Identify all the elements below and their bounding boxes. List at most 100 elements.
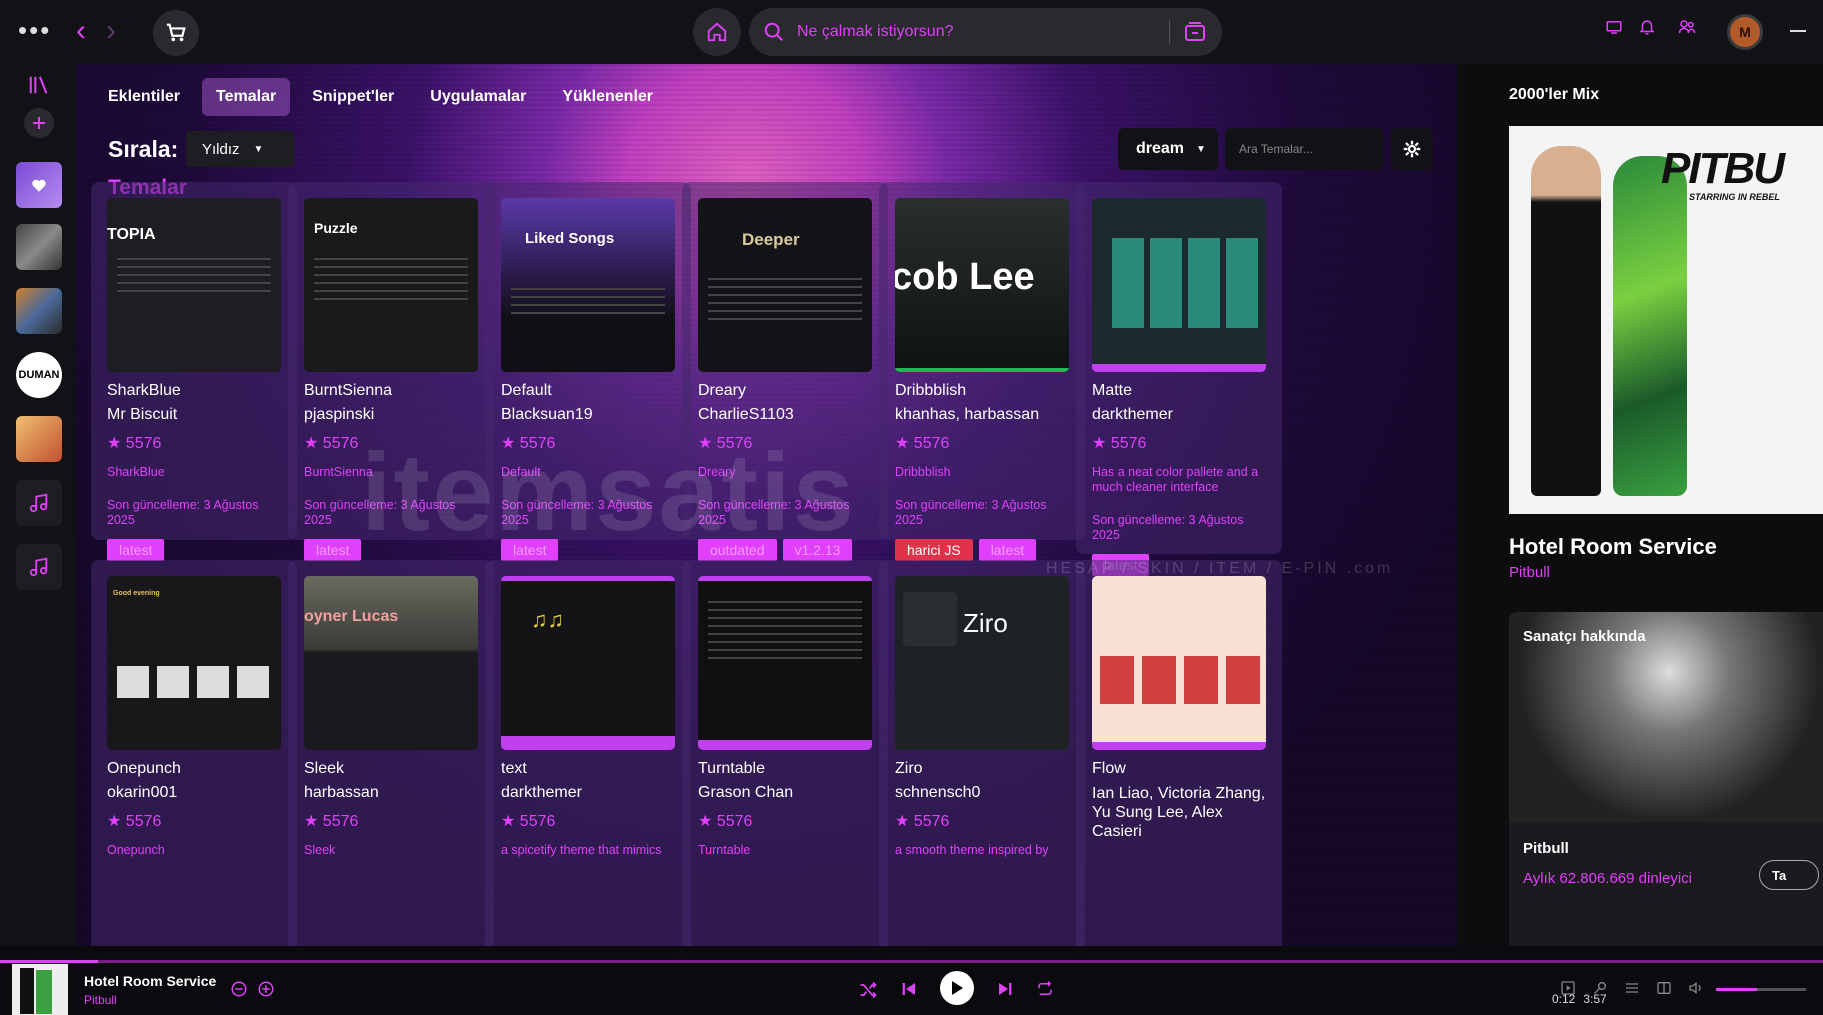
plus-circle-icon[interactable]	[257, 980, 275, 998]
sidebar: DUMAN	[0, 64, 76, 946]
theme-card[interactable]: Ziro Ziro schnensch0 ★ 5576 a smooth the…	[879, 560, 1085, 946]
sidebar-item-playlist[interactable]	[16, 480, 62, 526]
queue-icon[interactable]	[1624, 980, 1640, 996]
theme-description: Default	[501, 465, 541, 479]
theme-description: SharkBlue	[107, 465, 165, 479]
minus-circle-icon[interactable]	[230, 980, 248, 998]
library-icon[interactable]	[28, 74, 50, 96]
theme-card[interactable]: TOPIA SharkBlue Mr Biscuit ★ 5576 SharkB…	[91, 182, 297, 561]
forward-arrow-icon[interactable]: ›	[106, 14, 116, 48]
preview-music-notes: ♫♫	[531, 607, 564, 632]
menu-dots-icon[interactable]: •••	[18, 17, 51, 43]
search-bar[interactable]	[749, 8, 1222, 56]
about-artist-card[interactable]: Sanatçı hakkında Pitbull Aylık 62.806.66…	[1509, 612, 1823, 946]
tag-version: v1.2.13	[782, 539, 853, 561]
theme-card[interactable]: Liked Songs Default Blacksuan19 ★ 5576 D…	[485, 182, 691, 561]
now-playing-song-title[interactable]: Hotel Room Service	[1509, 534, 1717, 560]
theme-card[interactable]: Good evening Onepunch okarin001 ★ 5576 O…	[91, 560, 297, 946]
theme-card[interactable]: Flow Ian Liao, Victoria Zhang, Yu Sung L…	[1076, 560, 1282, 946]
tab-eklentiler[interactable]: Eklentiler	[94, 78, 194, 116]
connect-device-icon[interactable]	[1656, 980, 1672, 996]
tab-uygulamalar[interactable]: Uygulamalar	[416, 78, 540, 116]
now-playing-artist[interactable]: Pitbull	[1509, 564, 1550, 581]
sidebar-item-playlist[interactable]	[16, 224, 62, 270]
theme-updated: Son güncelleme: 3 Ağustos 2025	[895, 498, 1047, 527]
playback-progress-track[interactable]	[0, 960, 1823, 963]
sort-dropdown[interactable]: Yıldız ▼	[186, 131, 294, 167]
window-minimize-icon[interactable]	[1790, 30, 1806, 32]
theme-description: a spicetify theme that mimics	[501, 843, 662, 857]
theme-author: pjaspinski	[304, 406, 375, 423]
tab-snippetler[interactable]: Snippet'ler	[298, 78, 408, 116]
theme-title: Default	[501, 382, 552, 399]
home-button[interactable]	[693, 8, 741, 56]
theme-author: harbassan	[304, 784, 379, 801]
theme-preview: TOPIA	[107, 198, 281, 372]
repeat-icon[interactable]	[1036, 980, 1054, 998]
preview-text: Ziro	[963, 608, 1008, 638]
theme-title: Ziro	[895, 760, 923, 777]
theme-preview: Deeper	[698, 198, 872, 372]
follow-button[interactable]: Ta	[1759, 860, 1819, 890]
player-artist[interactable]: Pitbull	[84, 993, 117, 1007]
sidebar-item-playlist[interactable]	[16, 544, 62, 590]
theme-author: schnensch0	[895, 784, 981, 801]
settings-button[interactable]	[1391, 128, 1433, 170]
whats-new-icon[interactable]	[1605, 18, 1623, 36]
preview-text: Deeper	[742, 230, 800, 249]
theme-author: Ian Liao, Victoria Zhang, Yu Sung Lee, A…	[1092, 785, 1266, 840]
bell-icon[interactable]	[1638, 18, 1656, 36]
tab-temalar[interactable]: Temalar	[202, 78, 291, 116]
sidebar-item-artist-duman[interactable]: DUMAN	[16, 352, 62, 398]
tag-latest: latest	[978, 539, 1037, 561]
player-cover-art[interactable]	[12, 964, 68, 1015]
theme-author: CharlieS1103	[698, 406, 794, 423]
microphone-icon[interactable]	[1592, 980, 1608, 996]
sidebar-item-playlist[interactable]	[16, 288, 62, 334]
browse-icon[interactable]	[1183, 20, 1207, 44]
theme-card[interactable]: cob Lee Dribbblish khanhas, harbassan ★ …	[879, 182, 1085, 561]
previous-icon[interactable]	[900, 980, 918, 998]
theme-stars: ★ 5576	[107, 813, 162, 830]
search-input[interactable]	[797, 23, 1167, 41]
theme-card[interactable]: Matte darkthemer ★ 5576 Has a neat color…	[1076, 182, 1282, 576]
sidebar-item-album[interactable]	[16, 416, 62, 462]
shuffle-icon[interactable]	[858, 980, 878, 1000]
theme-title: Dreary	[698, 382, 747, 399]
preview-lines	[698, 278, 872, 320]
theme-stars: ★ 5576	[501, 435, 556, 452]
theme-card[interactable]: ♫♫ text darkthemer ★ 5576 a spicetify th…	[485, 560, 691, 946]
theme-preview	[1092, 576, 1266, 750]
marketplace-cart-button[interactable]	[153, 10, 199, 56]
music-note-icon	[29, 557, 48, 577]
preview-lines	[304, 258, 478, 300]
create-button[interactable]	[24, 108, 54, 138]
now-playing-view-icon[interactable]	[1560, 980, 1576, 996]
theme-updated: Son güncelleme: 3 Ağustos 2025	[698, 498, 850, 527]
now-playing-cover-art: PITBU STARRING IN REBEL	[1509, 126, 1823, 514]
theme-card[interactable]: Turntable Grason Chan ★ 5576 Turntable	[682, 560, 888, 946]
now-playing-playlist-title[interactable]: 2000'ler Mix	[1509, 86, 1599, 104]
marketplace-tabs: Eklentiler Temalar Snippet'ler Uygulamal…	[94, 78, 667, 116]
tab-yuklenenler[interactable]: Yüklenenler	[548, 78, 667, 116]
theme-stars: ★ 5576	[1092, 435, 1147, 452]
color-scheme-dropdown[interactable]: dream ▼	[1118, 128, 1218, 170]
avatar[interactable]: M	[1727, 14, 1763, 50]
theme-search-input[interactable]	[1225, 128, 1383, 170]
next-icon[interactable]	[996, 980, 1014, 998]
gear-icon	[1403, 140, 1421, 158]
theme-title: BurntSienna	[304, 382, 393, 399]
friends-icon[interactable]	[1677, 18, 1697, 36]
player-song-title[interactable]: Hotel Room Service	[84, 973, 216, 989]
back-arrow-icon[interactable]: ‹	[76, 14, 86, 48]
volume-icon[interactable]	[1688, 980, 1704, 996]
heart-icon	[32, 179, 46, 192]
theme-title: Onepunch	[107, 760, 181, 777]
volume-slider[interactable]	[1716, 988, 1806, 991]
sidebar-item-liked-songs[interactable]	[16, 162, 62, 208]
theme-card[interactable]: Puzzle BurntSienna pjaspinski ★ 5576 Bur…	[288, 182, 494, 561]
theme-card[interactable]: oyner Lucas Sleek harbassan ★ 5576 Sleek	[288, 560, 494, 946]
preview-text: Puzzle	[314, 220, 358, 236]
play-button[interactable]	[940, 971, 974, 1005]
theme-card[interactable]: Deeper Dreary CharlieS1103 ★ 5576 Dreary…	[682, 182, 888, 561]
